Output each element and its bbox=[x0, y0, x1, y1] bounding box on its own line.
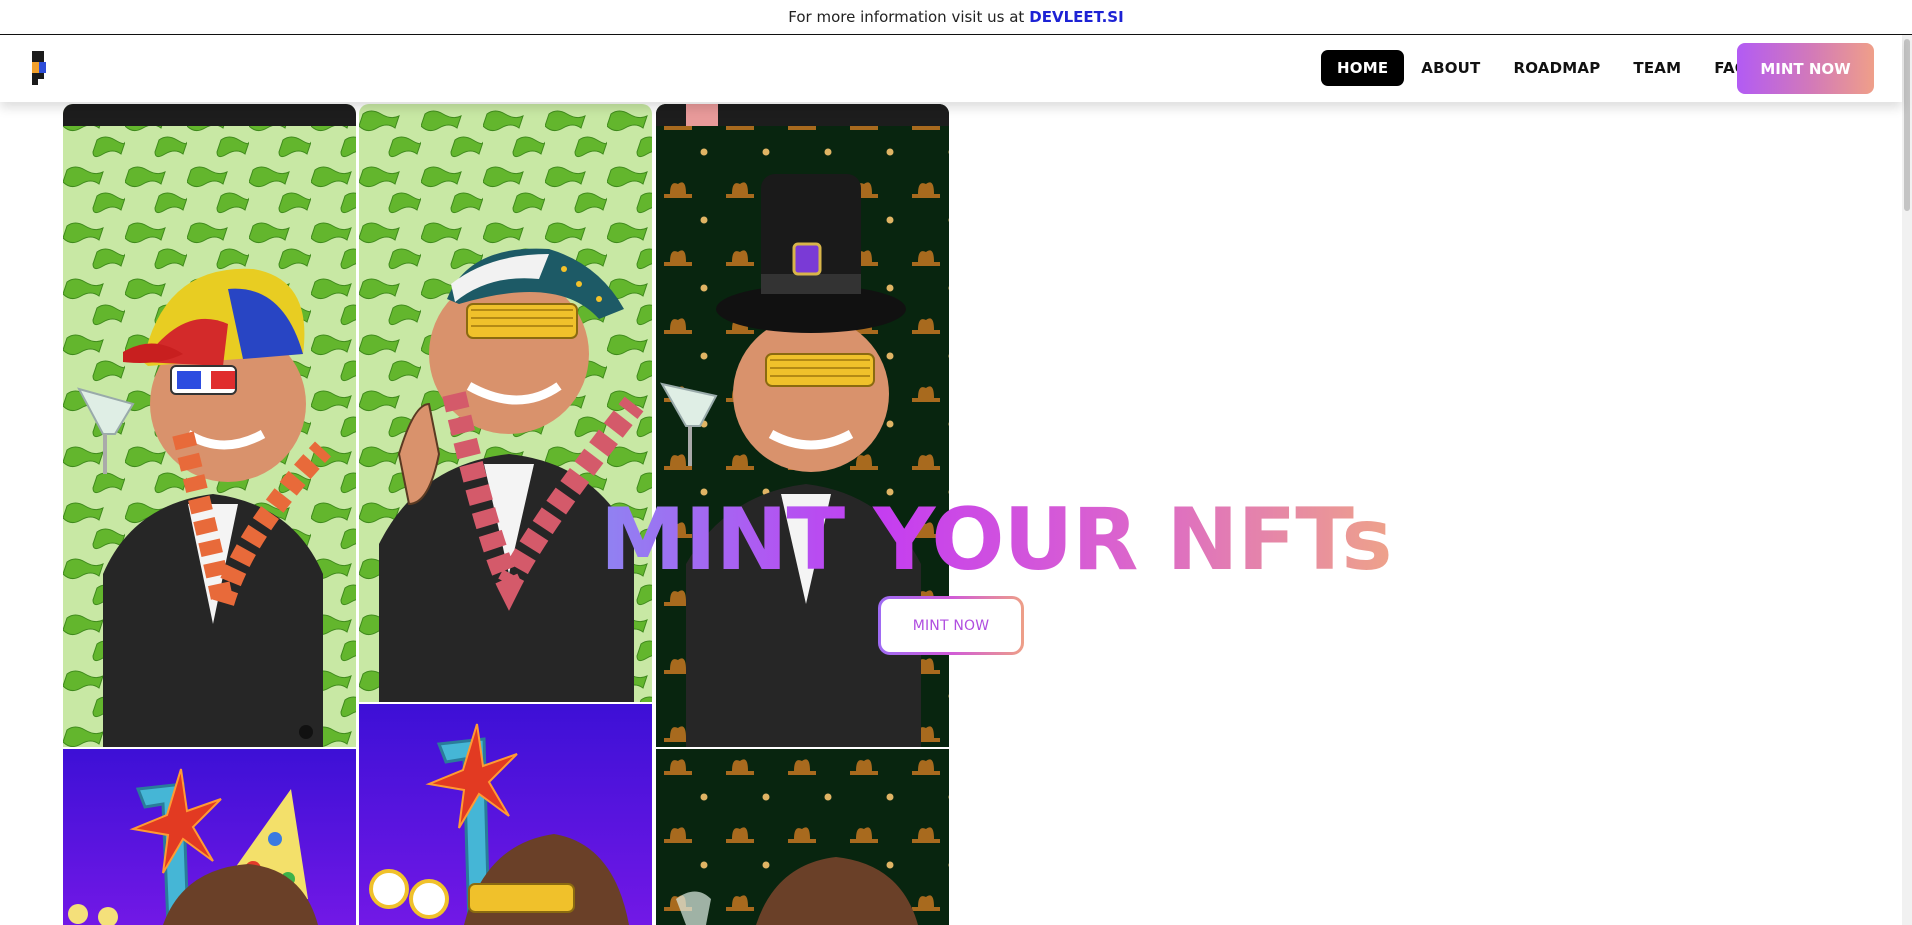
hero-title: MINT YOUR NFTs bbox=[600, 490, 1393, 590]
nav-roadmap[interactable]: ROADMAP bbox=[1498, 50, 1617, 86]
nav-team[interactable]: TEAM bbox=[1617, 50, 1697, 86]
nft-card[interactable] bbox=[63, 749, 356, 925]
main-nav: HOME ABOUT ROADMAP TEAM FAQ bbox=[1321, 50, 1765, 86]
mint-now-hero-button[interactable]: MINT NOW bbox=[878, 596, 1024, 655]
nft-card[interactable] bbox=[359, 104, 652, 702]
mint-now-nav-button[interactable]: MINT NOW bbox=[1737, 43, 1874, 94]
announcement-link[interactable]: DEVLEET.SI bbox=[1029, 8, 1123, 26]
page-scrollbar[interactable] bbox=[1902, 35, 1912, 925]
nft-card[interactable] bbox=[359, 704, 652, 925]
nft-card[interactable] bbox=[63, 104, 356, 747]
nft-card[interactable] bbox=[656, 749, 949, 925]
navbar: HOME ABOUT ROADMAP TEAM FAQ MINT NOW bbox=[0, 35, 1902, 102]
mint-now-hero-label: MINT NOW bbox=[881, 599, 1021, 652]
nav-home[interactable]: HOME bbox=[1321, 50, 1405, 86]
announcement-text: For more information visit us at bbox=[788, 8, 1025, 26]
nav-about[interactable]: ABOUT bbox=[1405, 50, 1496, 86]
scrollbar-thumb[interactable] bbox=[1904, 39, 1910, 211]
site-logo[interactable] bbox=[29, 51, 53, 85]
announcement-bar: For more information visit us at DEVLEET… bbox=[0, 0, 1912, 35]
